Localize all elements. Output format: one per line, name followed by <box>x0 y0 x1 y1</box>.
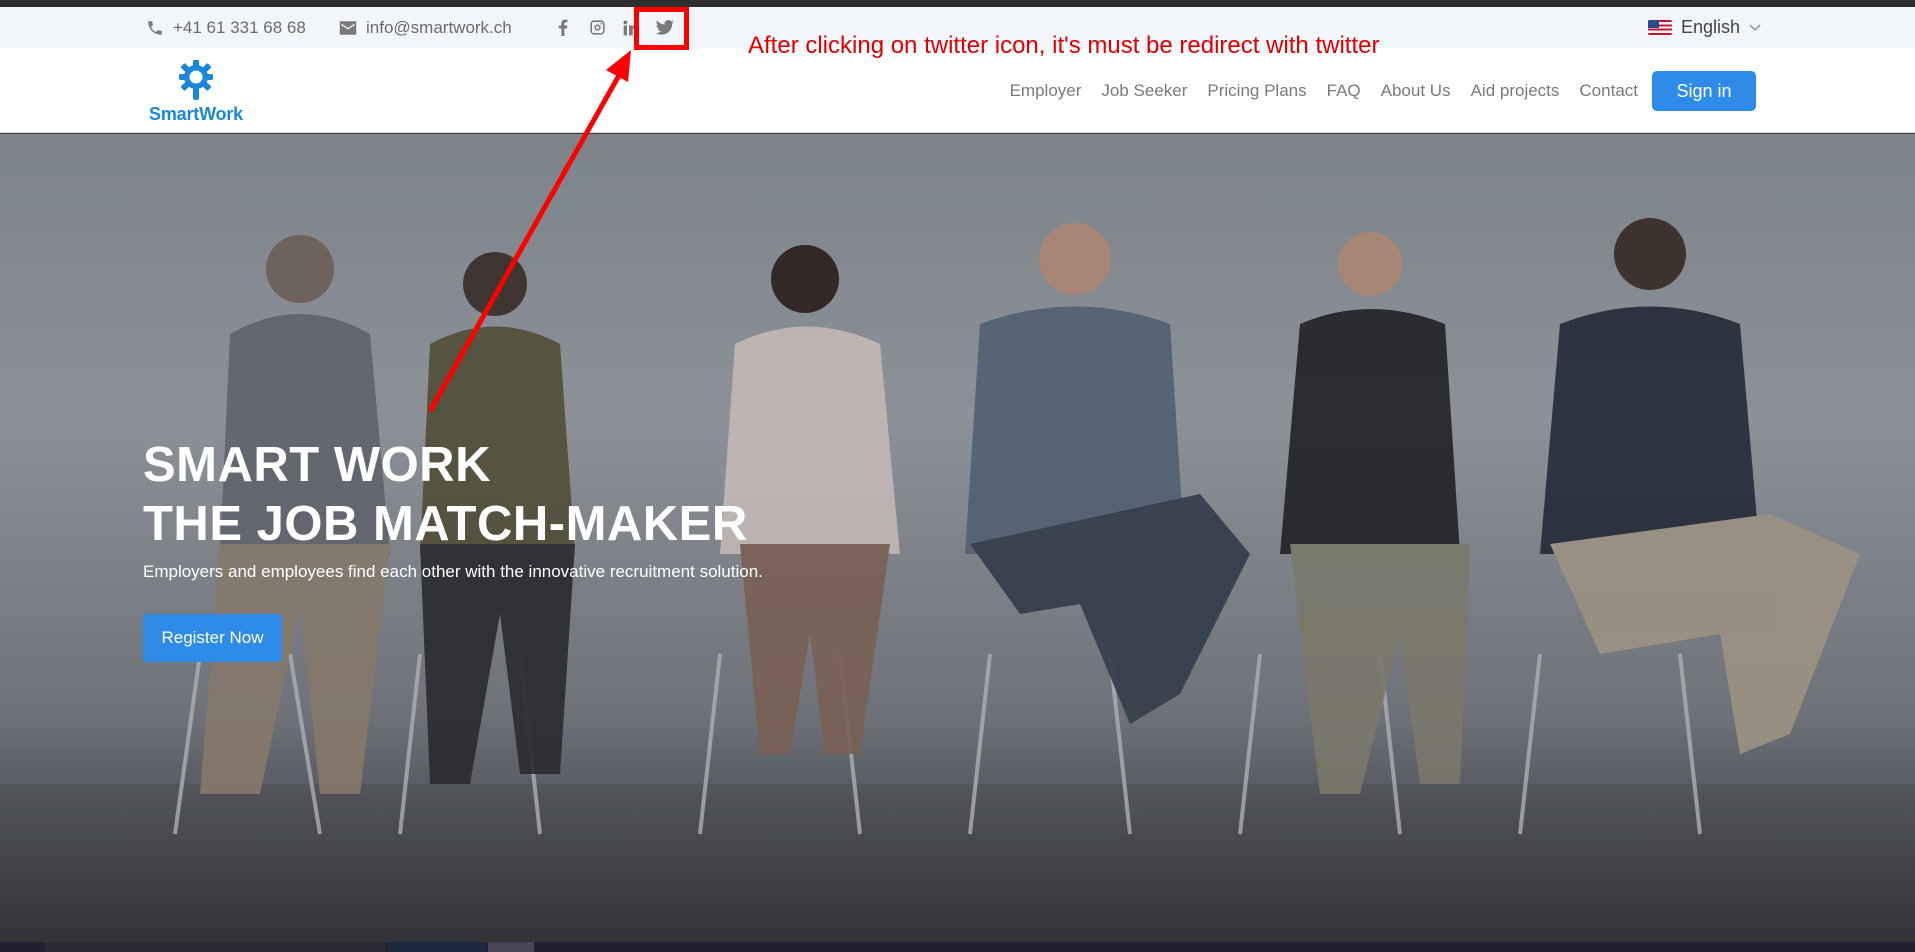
taskbar-item[interactable] <box>388 942 486 952</box>
nav-aid-projects[interactable]: Aid projects <box>1471 81 1560 101</box>
language-selector[interactable]: English <box>1648 7 1761 48</box>
os-taskbar <box>0 942 1915 952</box>
sign-in-button[interactable]: Sign in <box>1652 71 1756 111</box>
envelope-icon <box>339 20 357 35</box>
nav-faq[interactable]: FAQ <box>1327 81 1361 101</box>
primary-nav: Employer Job Seeker Pricing Plans FAQ Ab… <box>1010 48 1638 133</box>
nav-about-us[interactable]: About Us <box>1381 81 1451 101</box>
gear-bulb-icon <box>179 60 213 100</box>
instagram-icon[interactable] <box>580 11 614 45</box>
nav-employer[interactable]: Employer <box>1010 81 1082 101</box>
us-flag-icon <box>1648 20 1672 35</box>
nav-contact[interactable]: Contact <box>1579 81 1638 101</box>
logo-text: SmartWork <box>149 104 243 124</box>
hero-title-line-1: SMART WORK <box>143 438 491 492</box>
hero-title-line-2: THE JOB MATCH-MAKER <box>143 497 748 551</box>
taskbar-item[interactable] <box>45 942 385 952</box>
annotation-text: After clicking on twitter icon, it's mus… <box>748 32 1380 59</box>
phone-link[interactable]: +41 61 331 68 68 <box>146 7 306 48</box>
annotation-highlight-box <box>634 7 689 50</box>
chevron-down-icon <box>1749 23 1761 31</box>
phone-number: +41 61 331 68 68 <box>173 17 306 37</box>
hero-title: SMART WORK THE JOB MATCH-MAKER <box>143 436 748 554</box>
facebook-icon[interactable] <box>546 11 580 45</box>
browser-top-strip <box>0 0 1915 7</box>
nav-pricing-plans[interactable]: Pricing Plans <box>1207 81 1306 101</box>
smartwork-logo[interactable]: SmartWork <box>141 58 251 128</box>
email-address: info@smartwork.ch <box>366 17 512 37</box>
nav-job-seeker[interactable]: Job Seeker <box>1101 81 1187 101</box>
register-now-button[interactable]: Register Now <box>143 614 282 662</box>
language-label: English <box>1681 17 1741 37</box>
main-navbar: SmartWork Employer Job Seeker Pricing Pl… <box>0 48 1915 133</box>
email-link[interactable]: info@smartwork.ch <box>339 7 512 48</box>
hero-section: SMART WORK THE JOB MATCH-MAKER Employers… <box>0 134 1915 942</box>
phone-icon <box>148 20 162 35</box>
hero-subtitle: Employers and employees find each other … <box>143 562 763 581</box>
taskbar-item[interactable] <box>488 942 534 952</box>
